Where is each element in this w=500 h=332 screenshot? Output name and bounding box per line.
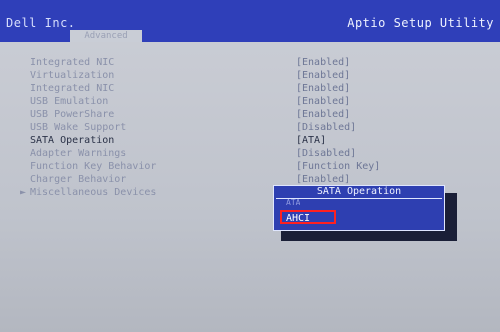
setting-label: USB Wake Support [30, 122, 127, 133]
setting-label: SATA Operation [30, 135, 115, 146]
setting-row[interactable]: Integrated NIC [Enabled] [20, 57, 380, 69]
setting-value[interactable]: [Enabled] [296, 109, 350, 121]
setting-value[interactable]: [Enabled] [296, 57, 350, 69]
setting-value[interactable]: [Function Key] [296, 161, 380, 173]
setting-row[interactable]: USB PowerShare [Enabled] [20, 109, 380, 121]
bios-screen: Dell Inc. Aptio Setup Utility Advanced I… [0, 0, 500, 332]
sata-operation-popup: SATA Operation ATA AHCI [273, 185, 445, 231]
setting-label: Miscellaneous Devices [30, 187, 157, 198]
popup-divider [276, 198, 442, 199]
setting-row[interactable]: Adapter Warnings [Disabled] [20, 148, 380, 160]
popup-title: SATA Operation [316, 186, 402, 197]
setting-value[interactable]: [Enabled] [296, 96, 350, 108]
setting-row[interactable]: USB Emulation [Enabled] [20, 96, 380, 108]
setting-value[interactable]: [Disabled] [296, 148, 356, 160]
setting-row[interactable]: Virtualization [Enabled] [20, 70, 380, 82]
setting-row[interactable]: USB Wake Support [Disabled] [20, 122, 380, 134]
tab-advanced[interactable]: Advanced [70, 30, 142, 42]
submenu-arrow-icon: ► [20, 187, 27, 198]
setting-row-sata-operation[interactable]: SATA Operation [ATA] [20, 135, 380, 147]
popup-option-ata[interactable]: ATA [286, 199, 300, 207]
setting-label: Virtualization [30, 70, 115, 81]
vendor-label: Dell Inc. [6, 16, 76, 30]
setting-value[interactable]: [Enabled] [296, 70, 350, 82]
popup-option-ahci[interactable]: AHCI [280, 210, 336, 224]
setting-value[interactable]: [Disabled] [296, 122, 356, 134]
setting-value[interactable]: [Enabled] [296, 83, 350, 95]
setting-row[interactable]: Integrated NIC [Enabled] [20, 83, 380, 95]
utility-title: Aptio Setup Utility [347, 16, 494, 30]
setting-value[interactable]: [ATA] [296, 135, 326, 147]
setting-label: USB Emulation [30, 96, 109, 107]
setting-label: USB PowerShare [30, 109, 115, 120]
bios-header: Dell Inc. Aptio Setup Utility Advanced [0, 0, 500, 42]
setting-label: Integrated NIC [30, 83, 115, 94]
setting-label: Integrated NIC [30, 57, 115, 68]
setting-label: Adapter Warnings [30, 148, 127, 159]
setting-label: Charger Behavior [30, 174, 127, 185]
setting-label: Function Key Behavior [30, 161, 157, 172]
setting-row[interactable]: Function Key Behavior [Function Key] [20, 161, 380, 173]
